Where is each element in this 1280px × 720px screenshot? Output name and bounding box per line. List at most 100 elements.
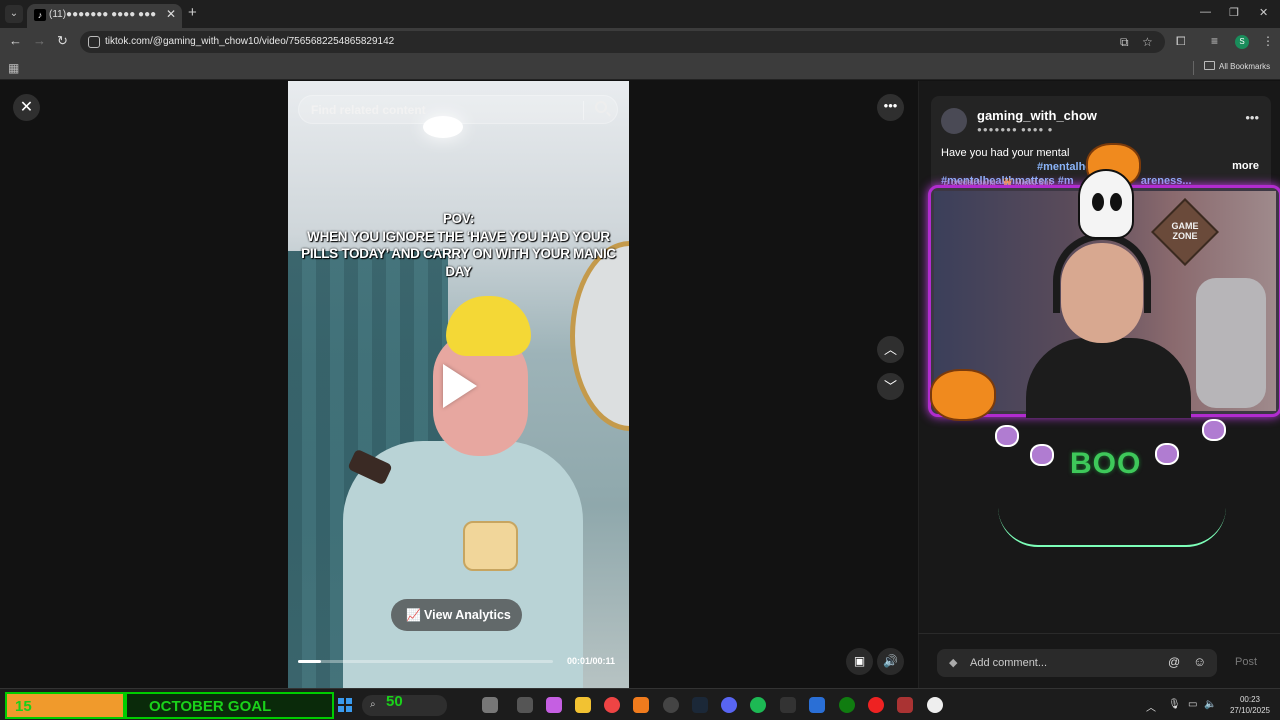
comment-icon: ◆ (949, 657, 958, 669)
windows-start-icon[interactable] (338, 698, 352, 712)
folder-icon[interactable] (1204, 61, 1215, 70)
apps-grid-icon[interactable]: ▦ (8, 61, 19, 75)
new-tab-button[interactable]: + (188, 4, 197, 21)
username[interactable]: gaming_with_chow (977, 108, 1097, 123)
site-info-icon[interactable] (88, 36, 100, 48)
url-text[interactable]: tiktok.com/@gaming_with_chow10/video/756… (105, 36, 394, 47)
skull-icon (995, 425, 1019, 447)
profile-avatar[interactable]: S (1235, 35, 1249, 49)
next-video-button[interactable]: ﹀ (877, 373, 904, 400)
search-input[interactable]: Find related content (311, 103, 426, 117)
bookmarks-bar: ▦ All Bookmarks (0, 56, 1280, 80)
search-icon[interactable] (595, 101, 607, 113)
view-analytics-button[interactable]: 📈 View Analytics (391, 599, 522, 631)
extensions-icon[interactable]: ⧠ (1176, 34, 1186, 49)
progress-bar[interactable] (298, 660, 553, 663)
ghostface-mask-icon (1078, 169, 1134, 239)
streamer-body (1026, 338, 1191, 418)
at-icon[interactable]: @ (1168, 655, 1180, 669)
goal-label-widget: OCTOBER GOAL (125, 692, 334, 719)
tab-close-icon[interactable]: ✕ (166, 7, 176, 21)
previous-video-button[interactable]: ︿ (877, 336, 904, 363)
analytics-icon: 📈 (406, 608, 421, 622)
play-icon[interactable] (443, 364, 477, 408)
comment-input-box[interactable]: ◆ Add comment... @ ☺ (937, 649, 1217, 677)
more-icon: ••• (883, 98, 898, 113)
microphone-icon[interactable]: 🎙 (1168, 699, 1181, 710)
reload-icon[interactable]: ↻ (57, 33, 68, 49)
copilot-icon[interactable] (546, 697, 562, 713)
clock[interactable]: 00:23 27/10/2025 (1225, 694, 1275, 716)
forward-icon[interactable]: → (33, 33, 46, 48)
skull-icon (1155, 443, 1179, 465)
video-frame-toast-print (463, 521, 518, 571)
volume-icon: 🔊 (883, 654, 898, 668)
skull-icon (1202, 419, 1226, 441)
volume-tray-icon[interactable]: 🔈 (1204, 699, 1216, 710)
media-control-icon[interactable]: ≡ (1211, 34, 1218, 48)
tab-search-dropdown[interactable]: ⌄ (5, 5, 23, 23)
more-link[interactable]: more (1232, 160, 1259, 172)
video-time: 00:01/00:11 (567, 656, 616, 666)
comment-input[interactable]: Add comment... (970, 657, 1047, 669)
nickname: ●●●●●●● ●●●● ● (977, 125, 1054, 134)
clock-time: 00:23 (1239, 695, 1261, 704)
goal-count: 15 (15, 698, 32, 715)
xbox-icon[interactable] (839, 697, 855, 713)
app-icon[interactable] (927, 697, 943, 713)
video-frame-hat (446, 296, 531, 356)
video-player[interactable]: Find related content POV: WHEN YOU IGNOR… (288, 81, 629, 688)
spotify-icon[interactable] (750, 697, 766, 713)
comment-area: ◆ Add comment... @ ☺ Post (918, 633, 1280, 688)
restore-icon[interactable]: ❐ (1229, 6, 1239, 19)
boo-text: BOO (1070, 447, 1142, 480)
more-options-button[interactable]: ••• (877, 94, 904, 121)
chevron-down-icon: ﹀ (883, 379, 897, 394)
all-bookmarks-link[interactable]: All Bookmarks (1219, 62, 1270, 71)
menu-kebab-icon[interactable]: ⋮ (1262, 34, 1274, 48)
steam-icon[interactable] (692, 697, 708, 713)
app-icon[interactable] (809, 697, 825, 713)
pip-icon: ▣ (853, 654, 866, 668)
goal-count-widget: 15 (5, 692, 125, 719)
window-close-icon[interactable]: ✕ (1259, 6, 1268, 19)
address-bar[interactable]: tiktok.com/@gaming_with_chow10/video/756… (80, 31, 1165, 53)
discord-icon[interactable] (721, 697, 737, 713)
close-video-button[interactable]: ✕ (13, 94, 40, 121)
file-explorer-icon[interactable] (575, 697, 591, 713)
emoji-icon[interactable]: ☺ (1193, 654, 1206, 669)
app-icon[interactable] (633, 697, 649, 713)
back-icon[interactable]: ← (9, 33, 22, 48)
taskbar-search[interactable]: ⌕ (362, 695, 447, 716)
app-icon[interactable] (482, 697, 498, 713)
webcam-chair (1196, 278, 1266, 408)
bookmark-star-icon[interactable]: ☆ (1142, 35, 1153, 49)
search-separator (583, 101, 584, 120)
app-icon[interactable] (897, 697, 913, 713)
goal-label: OCTOBER GOAL (149, 698, 272, 715)
post-more-icon[interactable]: ••• (1245, 110, 1259, 125)
active-tab[interactable]: ♪ (11)●●●●●●● ●●●● ●●● ✕ (27, 4, 182, 28)
network-icon[interactable]: ▭ (1188, 699, 1197, 710)
tray-chevron-icon[interactable]: ︿ (1146, 699, 1156, 714)
skull-icon (1030, 444, 1054, 466)
related-search-box[interactable]: Find related content (298, 95, 618, 124)
float-player-button[interactable]: ▣ (846, 648, 873, 675)
install-app-icon[interactable]: ⧉ (1120, 35, 1129, 50)
game-zone-text: GAME ZONE (1171, 221, 1199, 241)
app-icon[interactable] (868, 697, 884, 713)
minimize-icon[interactable]: — (1200, 6, 1211, 18)
witch-pumpkin-icon (930, 369, 996, 421)
tab-title: (11)●●●●●●● ●●●● ●●● (49, 9, 157, 20)
post-comment-button[interactable]: Post (1235, 656, 1257, 668)
avatar[interactable] (941, 108, 967, 134)
video-caption: POV: WHEN YOU IGNORE THE ‘HAVE YOU HAD Y… (301, 211, 616, 279)
browser-toolbar: ← → ↻ tiktok.com/@gaming_with_chow10/vid… (0, 28, 1280, 56)
close-icon: ✕ (19, 99, 34, 116)
volume-button[interactable]: 🔊 (877, 648, 904, 675)
chrome-icon[interactable] (604, 697, 620, 713)
analytics-label: View Analytics (424, 608, 511, 622)
obs-icon[interactable] (663, 697, 679, 713)
task-view-icon[interactable] (517, 697, 533, 713)
app-icon[interactable] (780, 697, 796, 713)
